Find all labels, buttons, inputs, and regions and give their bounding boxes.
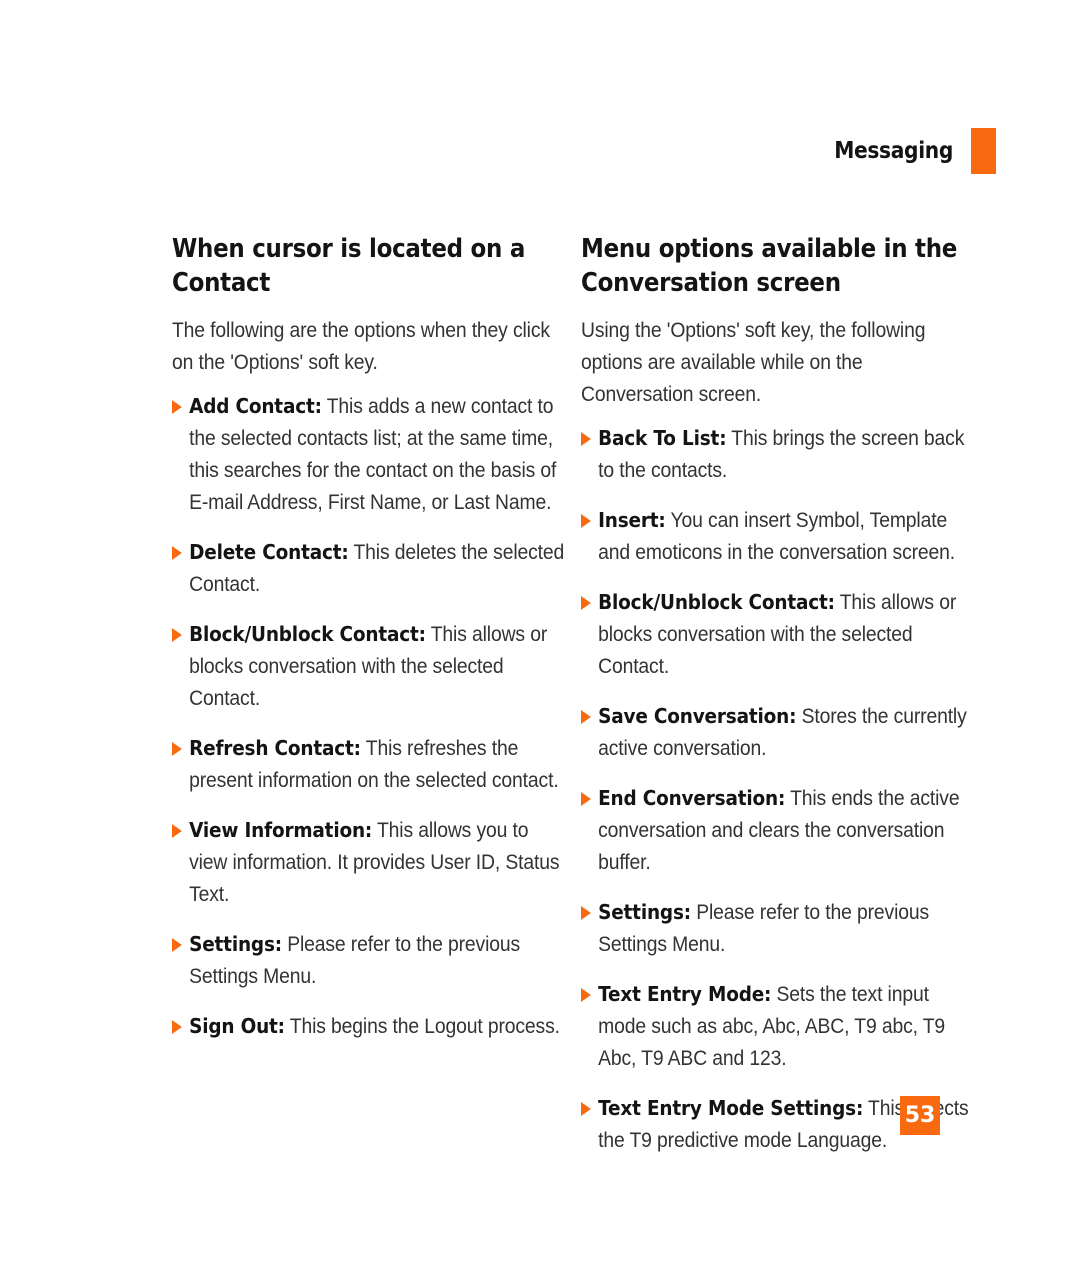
list-item-text: This begins the Logout process. (284, 1014, 560, 1038)
list-item-label: End Conversation: (598, 786, 786, 810)
page-content: When cursor is located on a Contact The … (172, 232, 969, 1156)
list-item: Block/Unblock Contact: This allows or bl… (172, 618, 570, 714)
list-item: Save Conversation: Stores the currently … (581, 700, 979, 764)
list-item-label: Settings: (189, 932, 282, 956)
list-item-label: View Information: (189, 818, 373, 842)
triangle-right-icon (172, 400, 182, 414)
list-item-label: Text Entry Mode: (598, 982, 772, 1006)
triangle-right-icon (172, 938, 182, 952)
list-item: Settings: Please refer to the previous S… (581, 896, 979, 960)
list-item: Back To List: This brings the screen bac… (581, 422, 979, 486)
list-item-label: Insert: (598, 508, 666, 532)
triangle-right-icon (581, 792, 591, 806)
list-item: Text Entry Mode: Sets the text input mod… (581, 978, 979, 1074)
list-item: Add Contact: This adds a new contact to … (172, 390, 570, 518)
options-list-left: Add Contact: This adds a new contact to … (172, 390, 564, 1042)
list-item-label: Sign Out: (189, 1014, 285, 1038)
list-item: Insert: You can insert Symbol, Template … (581, 504, 979, 568)
list-item: Block/Unblock Contact: This allows or bl… (581, 586, 979, 682)
column-right: Menu options available in the Conversati… (581, 232, 969, 1156)
list-item-label: Refresh Contact: (189, 736, 361, 760)
triangle-right-icon (172, 742, 182, 756)
triangle-right-icon (581, 988, 591, 1002)
triangle-right-icon (581, 596, 591, 610)
list-item: View Information: This allows you to vie… (172, 814, 570, 910)
triangle-right-icon (172, 546, 182, 560)
triangle-right-icon (172, 824, 182, 838)
column-heading: Menu options available in the Conversati… (581, 234, 958, 298)
page-header: Messaging (818, 128, 996, 174)
list-item: Settings: Please refer to the previous S… (172, 928, 570, 992)
column-intro-paragraph: Using the 'Options' soft key, the follow… (581, 318, 926, 406)
list-item-label: Block/Unblock Contact: (598, 590, 835, 614)
triangle-right-icon (581, 514, 591, 528)
column-heading: When cursor is located on a Contact (172, 234, 526, 298)
list-item: End Conversation: This ends the active c… (581, 782, 979, 878)
list-item-label: Settings: (598, 900, 691, 924)
list-item-label: Block/Unblock Contact: (189, 622, 426, 646)
triangle-right-icon (172, 628, 182, 642)
section-title: Messaging (834, 138, 953, 164)
list-item-label: Add Contact: (189, 394, 322, 418)
list-item-label: Delete Contact: (189, 540, 349, 564)
header-accent-marker (971, 128, 996, 174)
triangle-right-icon (172, 1020, 182, 1034)
list-item-label: Text Entry Mode Settings: (598, 1096, 864, 1120)
list-item-label: Save Conversation: (598, 704, 797, 728)
list-item-label: Back To List: (598, 426, 727, 450)
options-list-right: Back To List: This brings the screen bac… (581, 422, 969, 1156)
triangle-right-icon (581, 906, 591, 920)
triangle-right-icon (581, 432, 591, 446)
list-item: Refresh Contact: This refreshes the pres… (172, 732, 570, 796)
list-item: Sign Out: This begins the Logout process… (172, 1010, 570, 1042)
column-intro-paragraph: The following are the options when they … (172, 318, 550, 374)
column-left: When cursor is located on a Contact The … (172, 232, 564, 1156)
triangle-right-icon (581, 710, 591, 724)
triangle-right-icon (581, 1102, 591, 1116)
list-item: Delete Contact: This deletes the selecte… (172, 536, 570, 600)
page-number-badge: 53 (900, 1096, 940, 1135)
